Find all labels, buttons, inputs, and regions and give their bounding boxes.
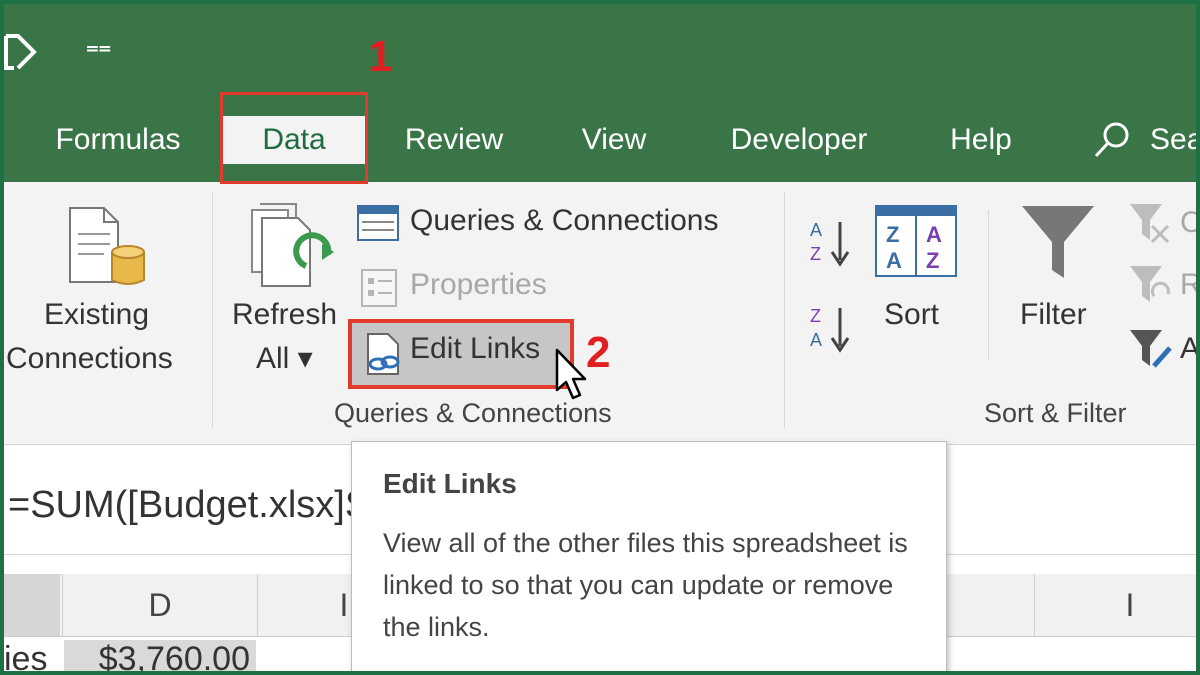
edit-links-highlight bbox=[348, 319, 574, 389]
refresh-all-label-line1[interactable]: Refresh bbox=[232, 298, 337, 333]
svg-text:A: A bbox=[810, 220, 822, 240]
clear-filter-label[interactable]: C bbox=[1180, 206, 1196, 241]
cell-value[interactable]: $3,760.00 bbox=[64, 640, 256, 671]
properties-icon bbox=[361, 269, 397, 307]
screenshot-frame: ⩵ Formulas Data Review View Developer He… bbox=[0, 0, 1200, 675]
refresh-all-icon[interactable] bbox=[248, 202, 338, 292]
cell-label[interactable]: ies bbox=[4, 640, 47, 671]
sort-a-to-z-icon[interactable]: A Z bbox=[808, 216, 854, 268]
sort-label[interactable]: Sort bbox=[884, 298, 939, 333]
ribbon: Existing Connections Refresh All ▾ Queri… bbox=[4, 182, 1196, 445]
svg-text:A: A bbox=[926, 222, 942, 247]
search-label[interactable]: Sea bbox=[1150, 116, 1196, 164]
svg-text:Z: Z bbox=[886, 222, 899, 247]
sort-z-to-a-icon[interactable]: Z A bbox=[808, 302, 854, 354]
tab-developer[interactable]: Developer bbox=[716, 116, 882, 164]
group-divider bbox=[212, 192, 213, 428]
clear-filter-icon[interactable] bbox=[1128, 202, 1174, 244]
ribbon-tab-bar: ⩵ Formulas Data Review View Developer He… bbox=[4, 4, 1196, 182]
group-divider bbox=[784, 192, 785, 428]
svg-text:Z: Z bbox=[810, 306, 821, 326]
tooltip-title: Edit Links bbox=[383, 468, 517, 499]
svg-text:A: A bbox=[810, 330, 822, 350]
search-icon[interactable] bbox=[1092, 120, 1132, 160]
advanced-filter-icon[interactable] bbox=[1128, 328, 1174, 370]
tab-formulas[interactable]: Formulas bbox=[38, 116, 198, 164]
reapply-filter-icon[interactable] bbox=[1128, 264, 1174, 306]
svg-text:Z: Z bbox=[810, 244, 821, 264]
group-divider bbox=[988, 210, 989, 360]
tooltip-description: View all of the other files this spreads… bbox=[383, 528, 908, 642]
refresh-all-label-line2[interactable]: All ▾ bbox=[256, 342, 313, 377]
existing-connections-label-line2[interactable]: Connections bbox=[6, 342, 173, 377]
svg-text:Z: Z bbox=[926, 248, 939, 273]
formula-text[interactable]: =SUM([Budget.xlsx]Sl bbox=[8, 484, 379, 527]
queries-connections-icon bbox=[357, 205, 399, 241]
advanced-filter-label[interactable]: A bbox=[1180, 332, 1196, 367]
filter-funnel-icon[interactable] bbox=[1020, 204, 1096, 282]
mouse-cursor-icon bbox=[555, 348, 587, 400]
existing-connections-label-line1[interactable]: Existing bbox=[44, 298, 149, 333]
column-header-c[interactable] bbox=[4, 574, 60, 636]
filter-label[interactable]: Filter bbox=[1020, 298, 1087, 333]
sort-dialog-icon[interactable]: Z A A Z bbox=[874, 204, 958, 278]
edit-links-tooltip: Edit Links View all of the other files t… bbox=[351, 441, 947, 671]
step-2-number: 2 bbox=[586, 328, 611, 377]
customize-quick-access-icon[interactable]: ⩵ bbox=[86, 36, 111, 58]
tab-view[interactable]: View bbox=[564, 116, 664, 164]
properties-button[interactable]: Properties bbox=[410, 268, 547, 303]
quick-access-redo-icon[interactable] bbox=[4, 30, 40, 74]
column-header-i[interactable]: I bbox=[1034, 574, 1196, 636]
tab-help[interactable]: Help bbox=[936, 116, 1026, 164]
existing-connections-icon bbox=[69, 207, 145, 285]
tab-review[interactable]: Review bbox=[388, 116, 520, 164]
svg-text:A: A bbox=[886, 248, 902, 273]
column-header-d[interactable]: D bbox=[62, 574, 258, 636]
sort-filter-group-label: Sort & Filter bbox=[984, 398, 1127, 428]
step-1-number: 1 bbox=[368, 32, 393, 81]
reapply-filter-label[interactable]: R bbox=[1180, 268, 1196, 303]
data-tab-highlight bbox=[220, 92, 368, 184]
queries-connections-button[interactable]: Queries & Connections bbox=[410, 204, 719, 239]
